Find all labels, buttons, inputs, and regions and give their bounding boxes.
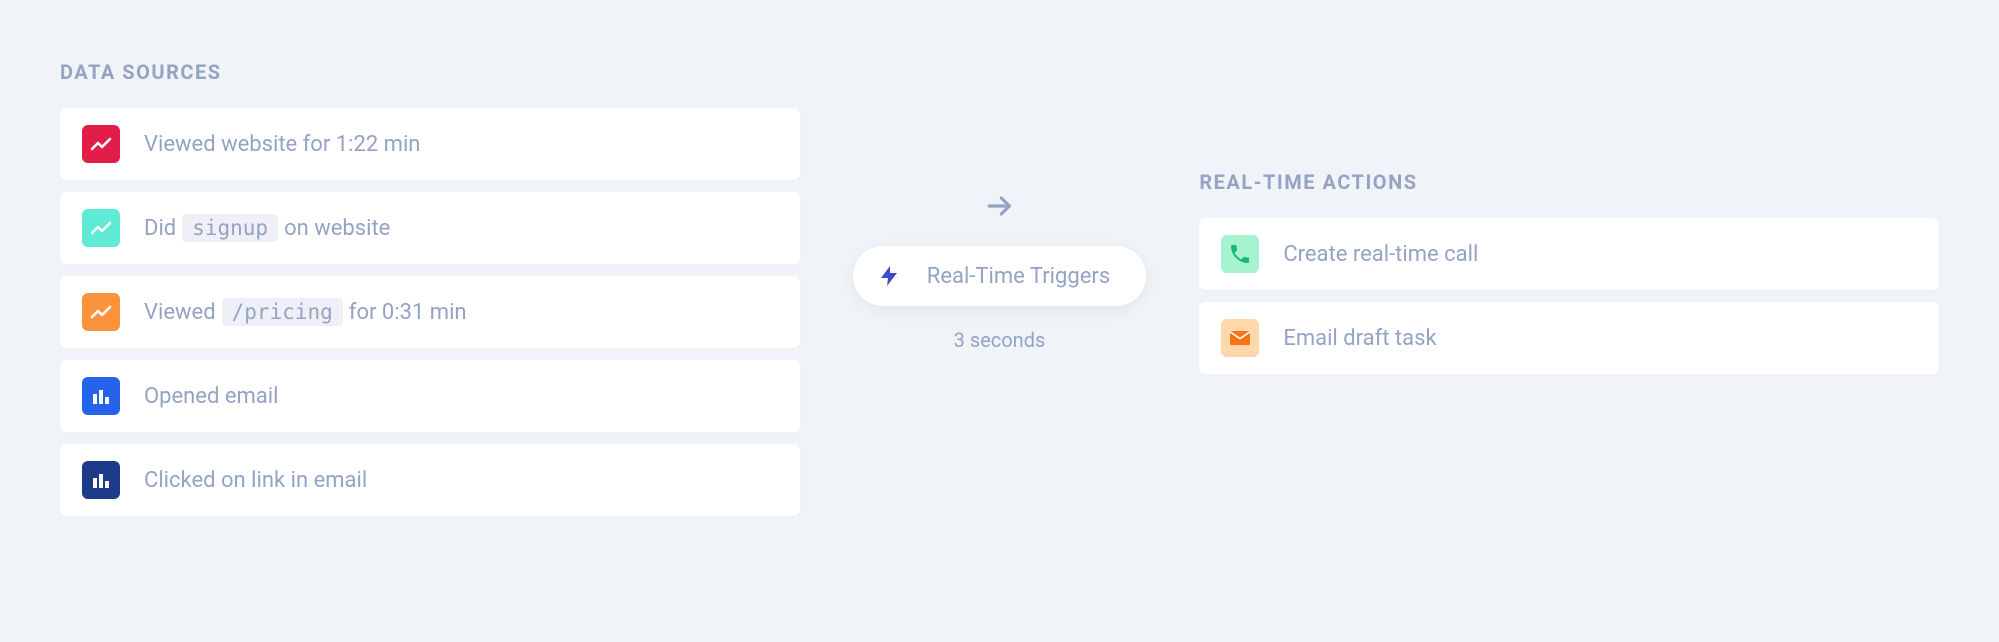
bar-chart-icon [82,377,120,415]
real-time-actions-column: REAL-TIME ACTIONS Create real-time call E… [1199,60,1939,374]
chart-line-icon [82,125,120,163]
data-sources-list: Viewed website for 1:22 min Didsignupon w… [60,108,800,516]
mail-icon [1221,319,1259,357]
action-label: Create real-time call [1283,242,1478,267]
lightning-icon [871,258,907,294]
code-chip: /pricing [222,298,343,326]
real-time-actions-list: Create real-time call Email draft task [1199,218,1939,374]
code-chip: signup [182,214,278,242]
data-sources-title: DATA SOURCES [60,60,800,84]
bar-chart-icon [82,461,120,499]
data-source-label: Opened email [144,384,278,409]
chart-line-icon [82,209,120,247]
text-fragment: Clicked on link in email [144,468,367,493]
text-fragment: on website [284,216,390,241]
data-source-label: Viewed/pricingfor 0:31 min [144,298,467,326]
action-item[interactable]: Email draft task [1199,302,1939,374]
data-source-item[interactable]: Viewed/pricingfor 0:31 min [60,276,800,348]
data-source-item[interactable]: Didsignupon website [60,192,800,264]
action-item[interactable]: Create real-time call [1199,218,1939,290]
text-fragment: for 0:31 min [349,300,467,325]
real-time-actions-title: REAL-TIME ACTIONS [1199,170,1939,194]
data-sources-column: DATA SOURCES Viewed website for 1:22 min… [60,60,800,516]
pill-label: Real-Time Triggers [927,264,1110,289]
data-source-label: Clicked on link in email [144,468,367,493]
flow-duration: 3 seconds [954,328,1046,352]
arrow-right-icon [984,190,1016,222]
text-fragment: Viewed [144,300,216,325]
data-source-label: Viewed website for 1:22 min [144,132,420,157]
phone-icon [1221,235,1259,273]
text-fragment: Did [144,216,176,241]
data-source-item[interactable]: Viewed website for 1:22 min [60,108,800,180]
text-fragment: Viewed website for 1:22 min [144,132,420,157]
data-source-item[interactable]: Clicked on link in email [60,444,800,516]
chart-line-icon [82,293,120,331]
real-time-triggers-pill[interactable]: Real-Time Triggers [853,246,1146,306]
data-source-label: Didsignupon website [144,214,390,242]
flow-middle: Real-Time Triggers 3 seconds [850,60,1150,352]
text-fragment: Opened email [144,384,278,409]
action-label: Email draft task [1283,326,1436,351]
data-source-item[interactable]: Opened email [60,360,800,432]
